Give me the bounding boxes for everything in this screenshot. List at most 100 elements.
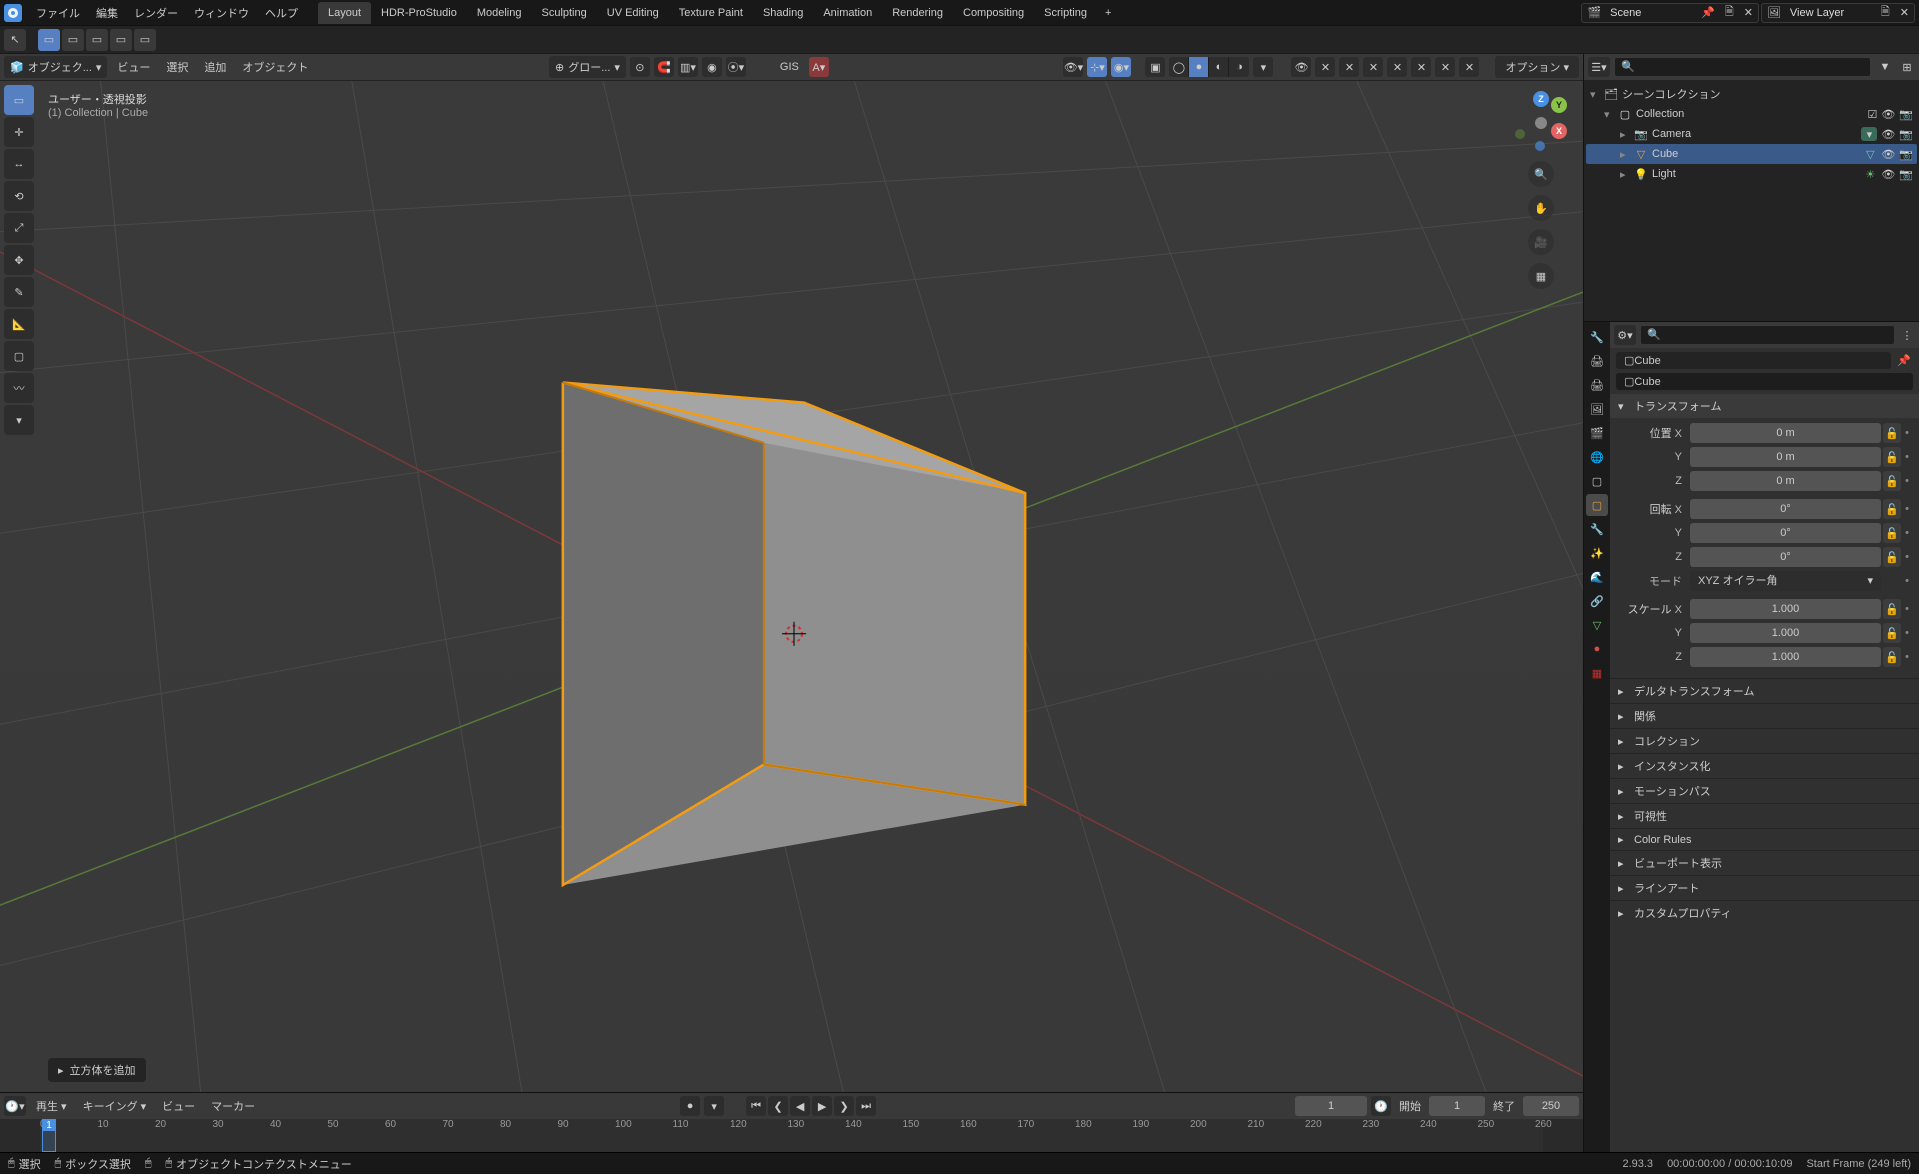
- tab-compositing[interactable]: Compositing: [953, 2, 1034, 24]
- panel-collections-title[interactable]: ▸コレクション: [1610, 728, 1919, 753]
- prop-tab-output[interactable]: 🖨: [1586, 374, 1608, 396]
- viewlayer-browse-icon[interactable]: 🖼: [1762, 6, 1786, 19]
- viewport-menu-object[interactable]: オブジェクト: [236, 56, 314, 78]
- visibility-toggle[interactable]: 👁: [1881, 148, 1895, 161]
- orientation-selector[interactable]: ⊕ グロー... ▾: [549, 56, 626, 78]
- select-mode-intersect[interactable]: ▭: [110, 29, 132, 51]
- overlay-x7-icon[interactable]: ✕: [1459, 57, 1479, 77]
- prop-tab-material[interactable]: ●: [1586, 638, 1608, 660]
- overlay-x3-icon[interactable]: ✕: [1363, 57, 1383, 77]
- panel-colorrules-title[interactable]: ▸Color Rules: [1610, 828, 1919, 850]
- render-toggle[interactable]: 📷: [1899, 168, 1913, 181]
- viewport-menu-view[interactable]: ビュー: [111, 56, 156, 78]
- scene-browse-icon[interactable]: 🎬: [1582, 6, 1606, 19]
- panel-viewportdisplay-title[interactable]: ▸ビューポート表示: [1610, 850, 1919, 875]
- tab-rendering[interactable]: Rendering: [882, 2, 953, 24]
- properties-type-button[interactable]: ⚙▾: [1614, 325, 1636, 345]
- panel-instancing-title[interactable]: ▸インスタンス化: [1610, 753, 1919, 778]
- scale-z-field[interactable]: 1.000: [1690, 647, 1881, 667]
- tab-layout[interactable]: Layout: [318, 2, 371, 24]
- prop-tab-tool[interactable]: 🔧: [1586, 326, 1608, 348]
- shading-solid[interactable]: ●: [1189, 57, 1209, 77]
- mesh-data-icon[interactable]: ▽: [1863, 147, 1877, 161]
- outliner-collection[interactable]: ▾ ▢ Collection ☑👁📷: [1586, 104, 1917, 124]
- jump-start-button[interactable]: ⏮: [746, 1096, 766, 1116]
- outliner-type-button[interactable]: ☰▾: [1588, 57, 1610, 77]
- panel-transform-title[interactable]: ▾トランスフォーム: [1610, 394, 1919, 418]
- prop-tab-scene[interactable]: 🎬: [1586, 422, 1608, 444]
- tab-shading[interactable]: Shading: [753, 2, 813, 24]
- tool-scale[interactable]: ⤢: [4, 213, 34, 243]
- viewport-menu-add[interactable]: 追加: [198, 56, 232, 78]
- nav-camera-button[interactable]: 🎥: [1528, 229, 1554, 255]
- lock-icon[interactable]: 🔓: [1883, 423, 1901, 443]
- prop-tab-modifiers[interactable]: 🔧: [1586, 518, 1608, 540]
- location-y-field[interactable]: 0 m: [1690, 447, 1881, 467]
- prop-tab-render[interactable]: 🖨: [1586, 350, 1608, 372]
- outliner-scene-collection[interactable]: ▾ 🗂 シーンコレクション: [1586, 84, 1917, 104]
- select-mode-new[interactable]: ▭: [38, 29, 60, 51]
- last-operator-panel[interactable]: ▸ 立方体を追加: [48, 1058, 146, 1082]
- panel-lineart-title[interactable]: ▸ラインアート: [1610, 875, 1919, 900]
- tool-extra1[interactable]: 〰: [4, 373, 34, 403]
- proportional-type-button[interactable]: ⦿▾: [726, 57, 746, 77]
- panel-motionpaths-title[interactable]: ▸モーションパス: [1610, 778, 1919, 803]
- timeline-menu-view[interactable]: ビュー: [156, 1095, 201, 1117]
- scene-name-input[interactable]: [1606, 7, 1696, 19]
- scale-x-field[interactable]: 1.000: [1690, 599, 1881, 619]
- outliner-item-cube[interactable]: ▸ ▽ Cube ▽ 👁📷: [1586, 144, 1917, 164]
- tab-scripting[interactable]: Scripting: [1034, 2, 1097, 24]
- outliner-search-input[interactable]: [1614, 57, 1871, 77]
- camera-data-icon[interactable]: ▾: [1861, 127, 1877, 141]
- viewlayer-name-input[interactable]: [1786, 7, 1876, 19]
- render-toggle[interactable]: 📷: [1899, 108, 1913, 121]
- pin-icon[interactable]: 📌: [1895, 354, 1913, 367]
- nav-pan-button[interactable]: ✋: [1528, 195, 1554, 221]
- prop-tab-particles[interactable]: ✨: [1586, 542, 1608, 564]
- panel-customprops-title[interactable]: ▸カスタムプロパティ: [1610, 900, 1919, 925]
- select-mode-invert[interactable]: ▭: [134, 29, 156, 51]
- shading-rendered[interactable]: ◑: [1229, 57, 1249, 77]
- location-z-field[interactable]: 0 m: [1690, 471, 1881, 491]
- scene-delete-icon[interactable]: ✕: [1739, 6, 1758, 19]
- visibility-button[interactable]: 👁▾: [1063, 57, 1083, 77]
- prop-tab-texture[interactable]: ▦: [1586, 662, 1608, 684]
- pivot-point-button[interactable]: ⊙: [630, 57, 650, 77]
- gis-record-button[interactable]: A▾: [809, 57, 829, 77]
- menu-render[interactable]: レンダー: [126, 1, 186, 25]
- rotation-z-field[interactable]: 0°: [1690, 547, 1881, 567]
- snap-type-button[interactable]: ▥▾: [678, 57, 698, 77]
- lock-icon[interactable]: 🔓: [1883, 523, 1901, 543]
- light-data-icon[interactable]: ☀: [1863, 167, 1877, 181]
- autokey-button[interactable]: ●: [680, 1096, 700, 1116]
- menu-file[interactable]: ファイル: [28, 1, 88, 25]
- prev-keyframe-button[interactable]: ❮: [768, 1096, 788, 1116]
- scene-new-icon[interactable]: 🗎: [1720, 3, 1739, 22]
- rotation-y-field[interactable]: 0°: [1690, 523, 1881, 543]
- timeline-menu-keying[interactable]: キーイング ▾: [77, 1095, 153, 1117]
- select-mode-subtract[interactable]: ▭: [86, 29, 108, 51]
- viewlayer-delete-icon[interactable]: ✕: [1895, 6, 1914, 19]
- location-x-field[interactable]: 0 m: [1690, 423, 1881, 443]
- visibility-toggle[interactable]: 👁: [1881, 168, 1895, 181]
- scene-pin-icon[interactable]: 📌: [1696, 6, 1720, 19]
- shading-options-button[interactable]: ▾: [1253, 57, 1273, 77]
- panel-visibility-title[interactable]: ▸可視性: [1610, 803, 1919, 828]
- overlay-cross-icon[interactable]: ✕: [1315, 57, 1335, 77]
- blender-logo-icon[interactable]: [4, 4, 22, 22]
- tab-animation[interactable]: Animation: [813, 2, 882, 24]
- end-frame-field[interactable]: 250: [1523, 1096, 1579, 1116]
- exclude-toggle[interactable]: ☑: [1867, 108, 1877, 121]
- timeline-playhead[interactable]: 1: [42, 1119, 56, 1152]
- gis-menu[interactable]: GIS: [774, 58, 805, 76]
- select-mode-extend[interactable]: ▭: [62, 29, 84, 51]
- lock-icon[interactable]: 🔓: [1883, 623, 1901, 643]
- rotation-mode-selector[interactable]: XYZ オイラー角 ▾: [1690, 571, 1881, 591]
- shading-wireframe[interactable]: ◯: [1169, 57, 1189, 77]
- show-gizmo-toggle[interactable]: 👁: [1291, 57, 1311, 77]
- overlay-button[interactable]: ◉▾: [1111, 57, 1131, 77]
- axis-gizmo[interactable]: Z Y X: [1511, 93, 1571, 153]
- scale-y-field[interactable]: 1.000: [1690, 623, 1881, 643]
- tab-sculpting[interactable]: Sculpting: [531, 2, 596, 24]
- shading-material[interactable]: ◐: [1209, 57, 1229, 77]
